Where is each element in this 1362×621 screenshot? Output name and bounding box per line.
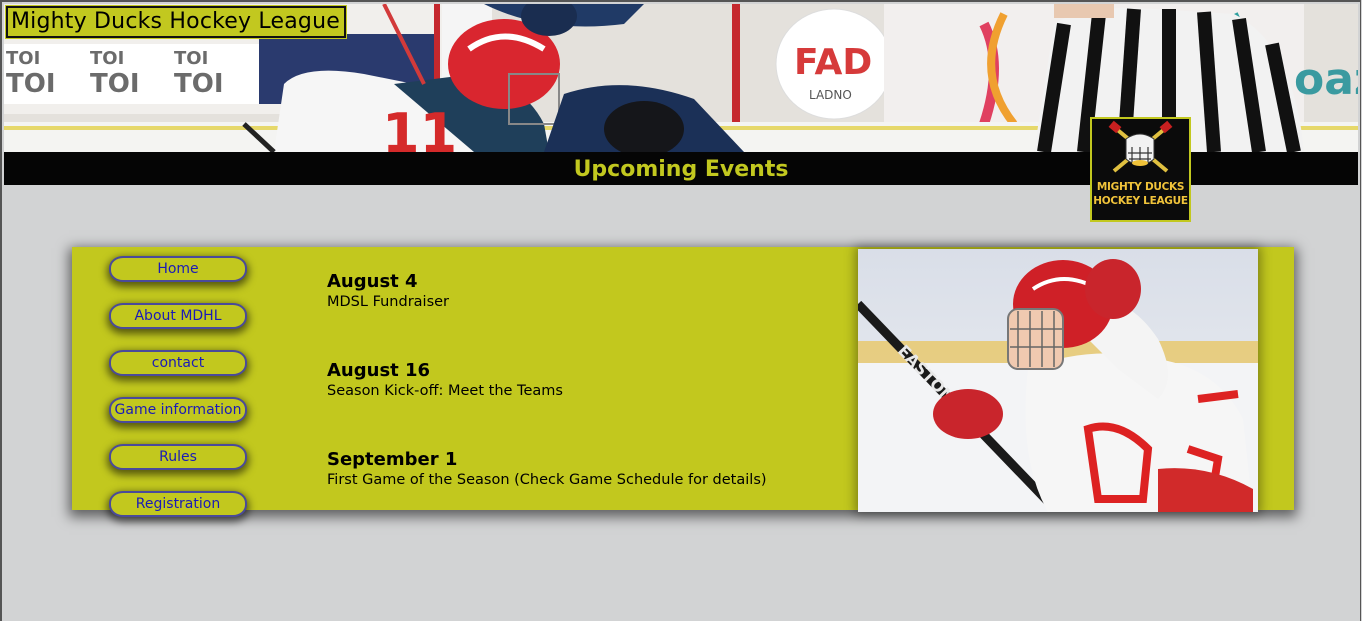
svg-text:FAD: FAD bbox=[794, 42, 872, 83]
league-logo: MIGHTY DUCKS HOCKEY LEAGUE bbox=[1090, 117, 1191, 222]
event-item: August 4 MDSL Fundraiser bbox=[327, 271, 847, 311]
event-date: August 16 bbox=[327, 360, 431, 381]
nav-home-button[interactable]: Home bbox=[109, 256, 247, 282]
main-nav: Home About MDHL contact Game information… bbox=[109, 256, 249, 538]
nav-game-information-button[interactable]: Game information bbox=[109, 397, 247, 423]
svg-text:TOI: TOI bbox=[174, 48, 208, 69]
event-description: Season Kick-off: Meet the Teams bbox=[327, 383, 563, 399]
nav-rules-button[interactable]: Rules bbox=[109, 444, 247, 470]
nav-about-button[interactable]: About MDHL bbox=[109, 303, 247, 329]
event-description: MDSL Fundraiser bbox=[327, 294, 450, 310]
event-description: First Game of the Season (Check Game Sch… bbox=[327, 472, 767, 488]
svg-text:TOI: TOI bbox=[174, 69, 224, 99]
svg-text:TOI: TOI bbox=[90, 48, 124, 69]
site-title: Mighty Ducks Hockey League bbox=[5, 5, 347, 39]
nav-registration-button[interactable]: Registration bbox=[109, 491, 247, 517]
svg-text:oaz: oaz bbox=[1294, 54, 1358, 105]
page-frame: TOITOITOI TOITOITOI FAD LADNO oaz 11 bbox=[0, 0, 1361, 621]
svg-text:11: 11 bbox=[382, 102, 457, 152]
logo-text-line2: HOCKEY LEAGUE bbox=[1093, 195, 1188, 207]
logo-text-line1: MIGHTY DUCKS bbox=[1096, 181, 1185, 193]
event-item: August 16 Season Kick-off: Meet the Team… bbox=[327, 360, 847, 400]
event-date: August 4 bbox=[327, 271, 418, 292]
youth-player-photo: EASTON bbox=[858, 249, 1258, 512]
section-heading: Upcoming Events bbox=[573, 157, 789, 182]
svg-text:TOI: TOI bbox=[6, 48, 40, 69]
event-item: September 1 First Game of the Season (Ch… bbox=[327, 449, 847, 489]
content-panel: Home About MDHL contact Game information… bbox=[72, 247, 1294, 517]
events-list: August 4 MDSL Fundraiser August 16 Seaso… bbox=[327, 271, 847, 538]
event-date: September 1 bbox=[327, 449, 458, 470]
svg-text:LADNO: LADNO bbox=[809, 88, 852, 102]
svg-text:TOI: TOI bbox=[90, 69, 140, 99]
svg-text:TOI: TOI bbox=[6, 69, 56, 99]
nav-contact-button[interactable]: contact bbox=[109, 350, 247, 376]
hockey-mask-icon bbox=[1108, 120, 1173, 173]
youth-hockey-player-image: EASTON bbox=[858, 249, 1258, 512]
